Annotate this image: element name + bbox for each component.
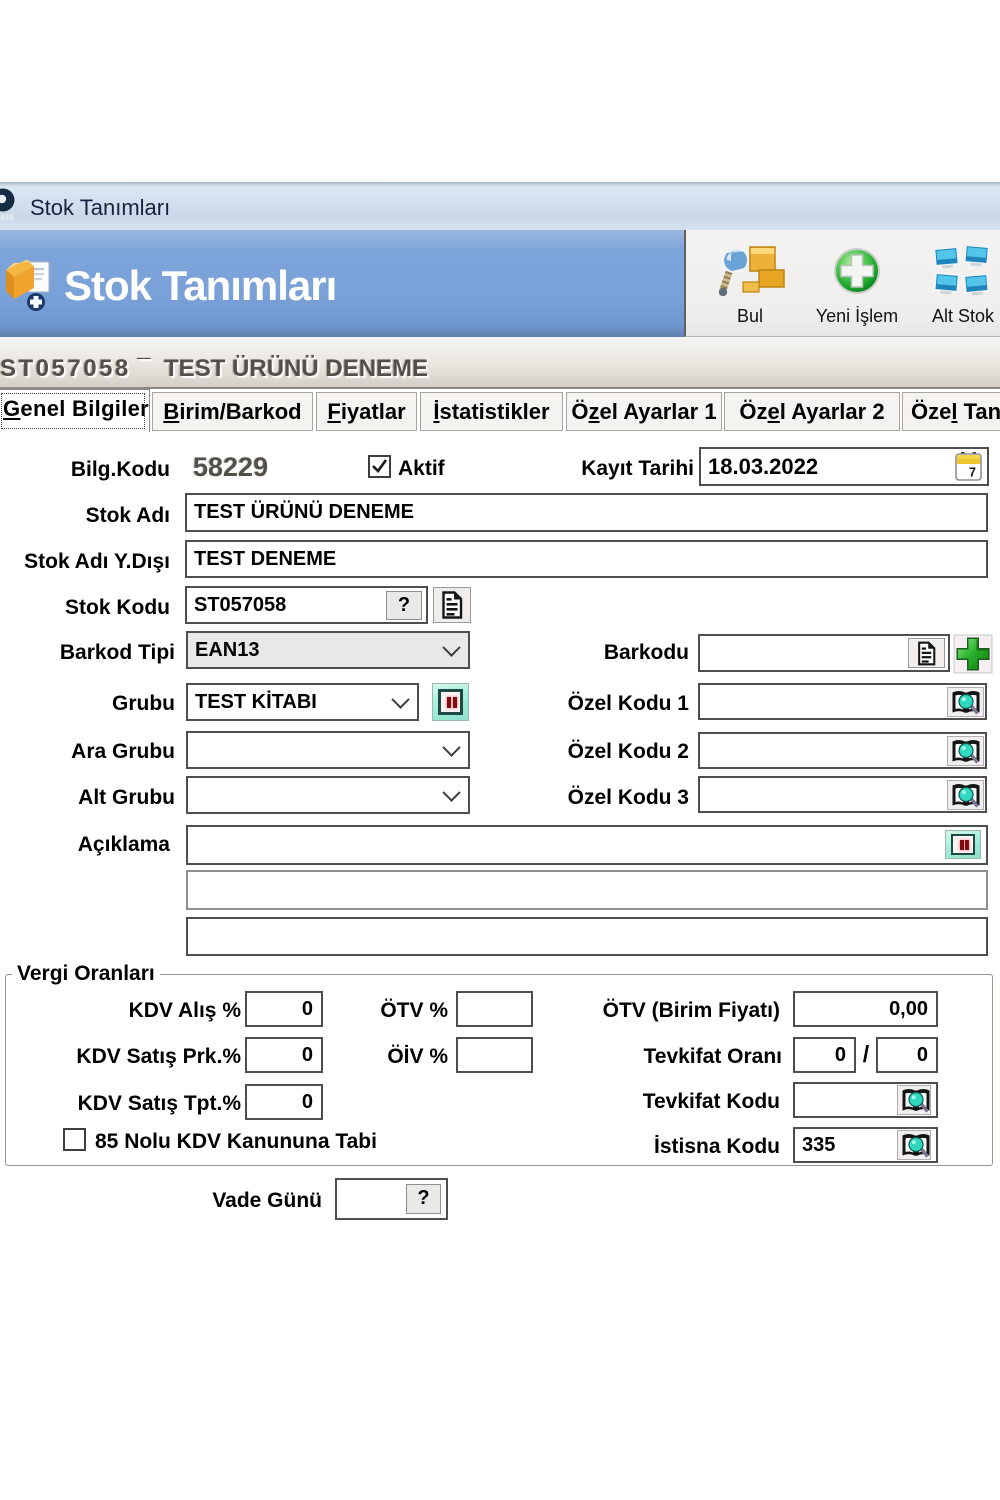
svg-text:7: 7 [969,466,976,480]
